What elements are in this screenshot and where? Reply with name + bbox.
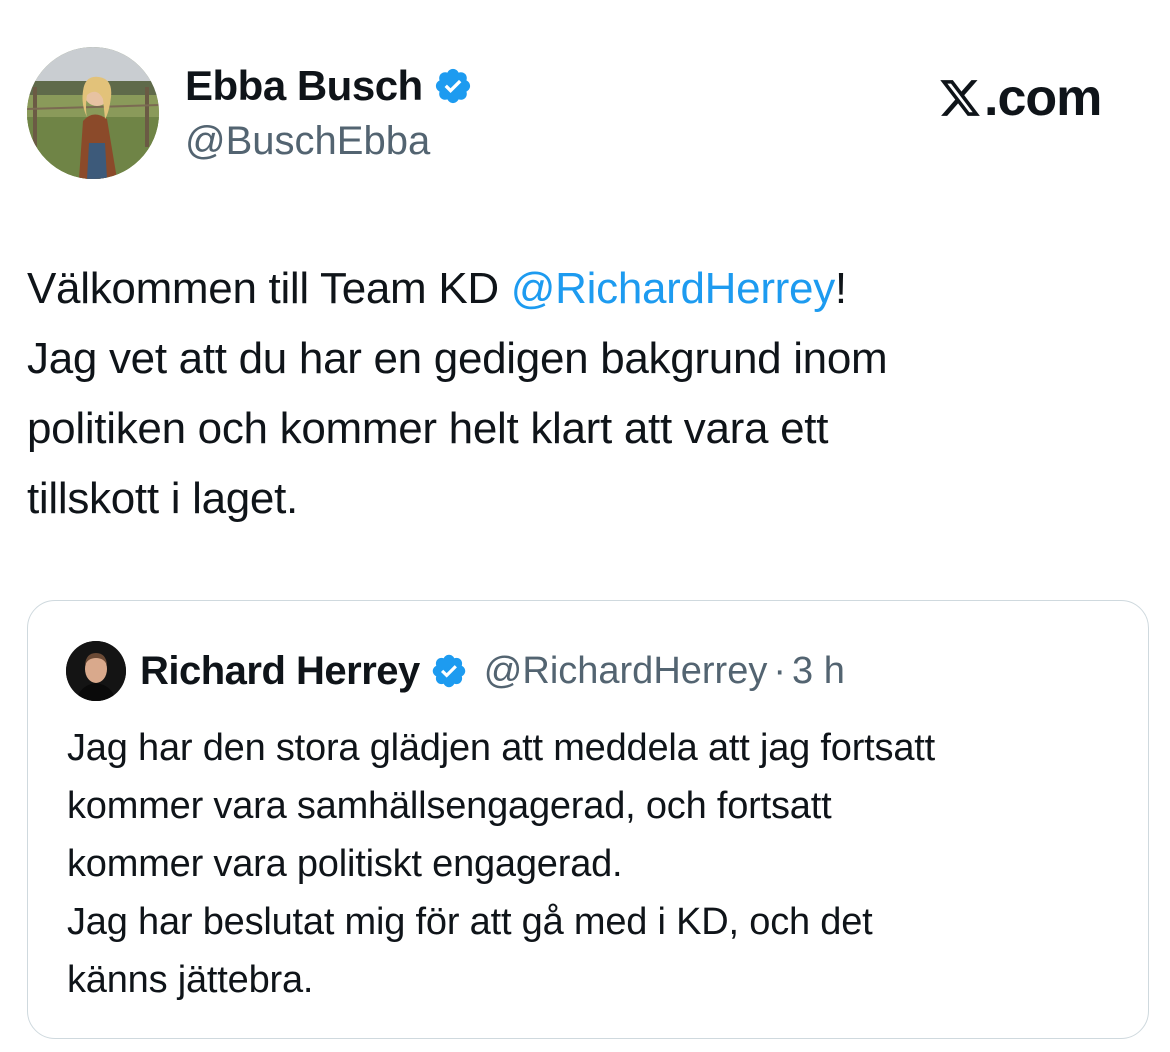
profile-photo-avatar — [66, 641, 126, 701]
tweet-text-segment: Välkommen till Team KD — [27, 264, 511, 313]
x-logo-icon — [940, 80, 980, 116]
quoted-tweet[interactable]: Richard Herrey @RichardHerrey · 3 h Jag … — [27, 600, 1149, 1039]
tweet-card: Ebba Busch @BuschEbba .com Välkommen til… — [0, 0, 1170, 1052]
quoted-author-name[interactable]: Richard Herrey — [140, 649, 420, 694]
tweet-line: politiken och kommer helt klart att vara… — [27, 404, 829, 453]
verified-badge-icon — [432, 654, 466, 688]
tweet-text: Välkommen till Team KD @RichardHerrey! J… — [27, 254, 1147, 534]
quoted-line: Jag har beslutat mig för att gå med i KD… — [67, 901, 873, 943]
mention-link[interactable]: @RichardHerrey — [511, 264, 835, 313]
quoted-tweet-header: Richard Herrey @RichardHerrey · 3 h — [140, 645, 845, 697]
author-handle[interactable]: @BuschEbba — [185, 116, 430, 166]
verified-badge-icon — [435, 68, 470, 104]
tweet-line: Jag vet att du har en gedigen bakgrund i… — [27, 334, 888, 383]
quoted-author-handle[interactable]: @RichardHerrey — [484, 650, 768, 693]
x-com-watermark: .com — [938, 69, 1102, 127]
tweet-line: Välkommen till Team KD @RichardHerrey! — [27, 254, 1147, 324]
profile-photo-avatar — [27, 47, 159, 179]
tweet-text-segment: ! — [834, 264, 847, 313]
quoted-author-avatar[interactable] — [66, 641, 126, 701]
author-avatar[interactable] — [27, 47, 159, 179]
tweet-line: tillskott i laget. — [27, 474, 298, 523]
author-name[interactable]: Ebba Busch — [185, 60, 473, 112]
quoted-line: känns jättebra. — [67, 959, 314, 1001]
x-com-text: .com — [984, 69, 1102, 127]
meta-separator: · — [773, 649, 786, 692]
quoted-line: kommer vara politiskt engagerad. — [67, 843, 623, 885]
quoted-timestamp[interactable]: 3 h — [792, 650, 845, 693]
quoted-tweet-text: Jag har den stora glädjen att meddela at… — [67, 719, 1127, 1009]
quoted-line: Jag har den stora glädjen att meddela at… — [67, 727, 935, 769]
author-name-text[interactable]: Ebba Busch — [185, 60, 423, 112]
quoted-line: kommer vara samhällsengagerad, och forts… — [67, 785, 832, 827]
